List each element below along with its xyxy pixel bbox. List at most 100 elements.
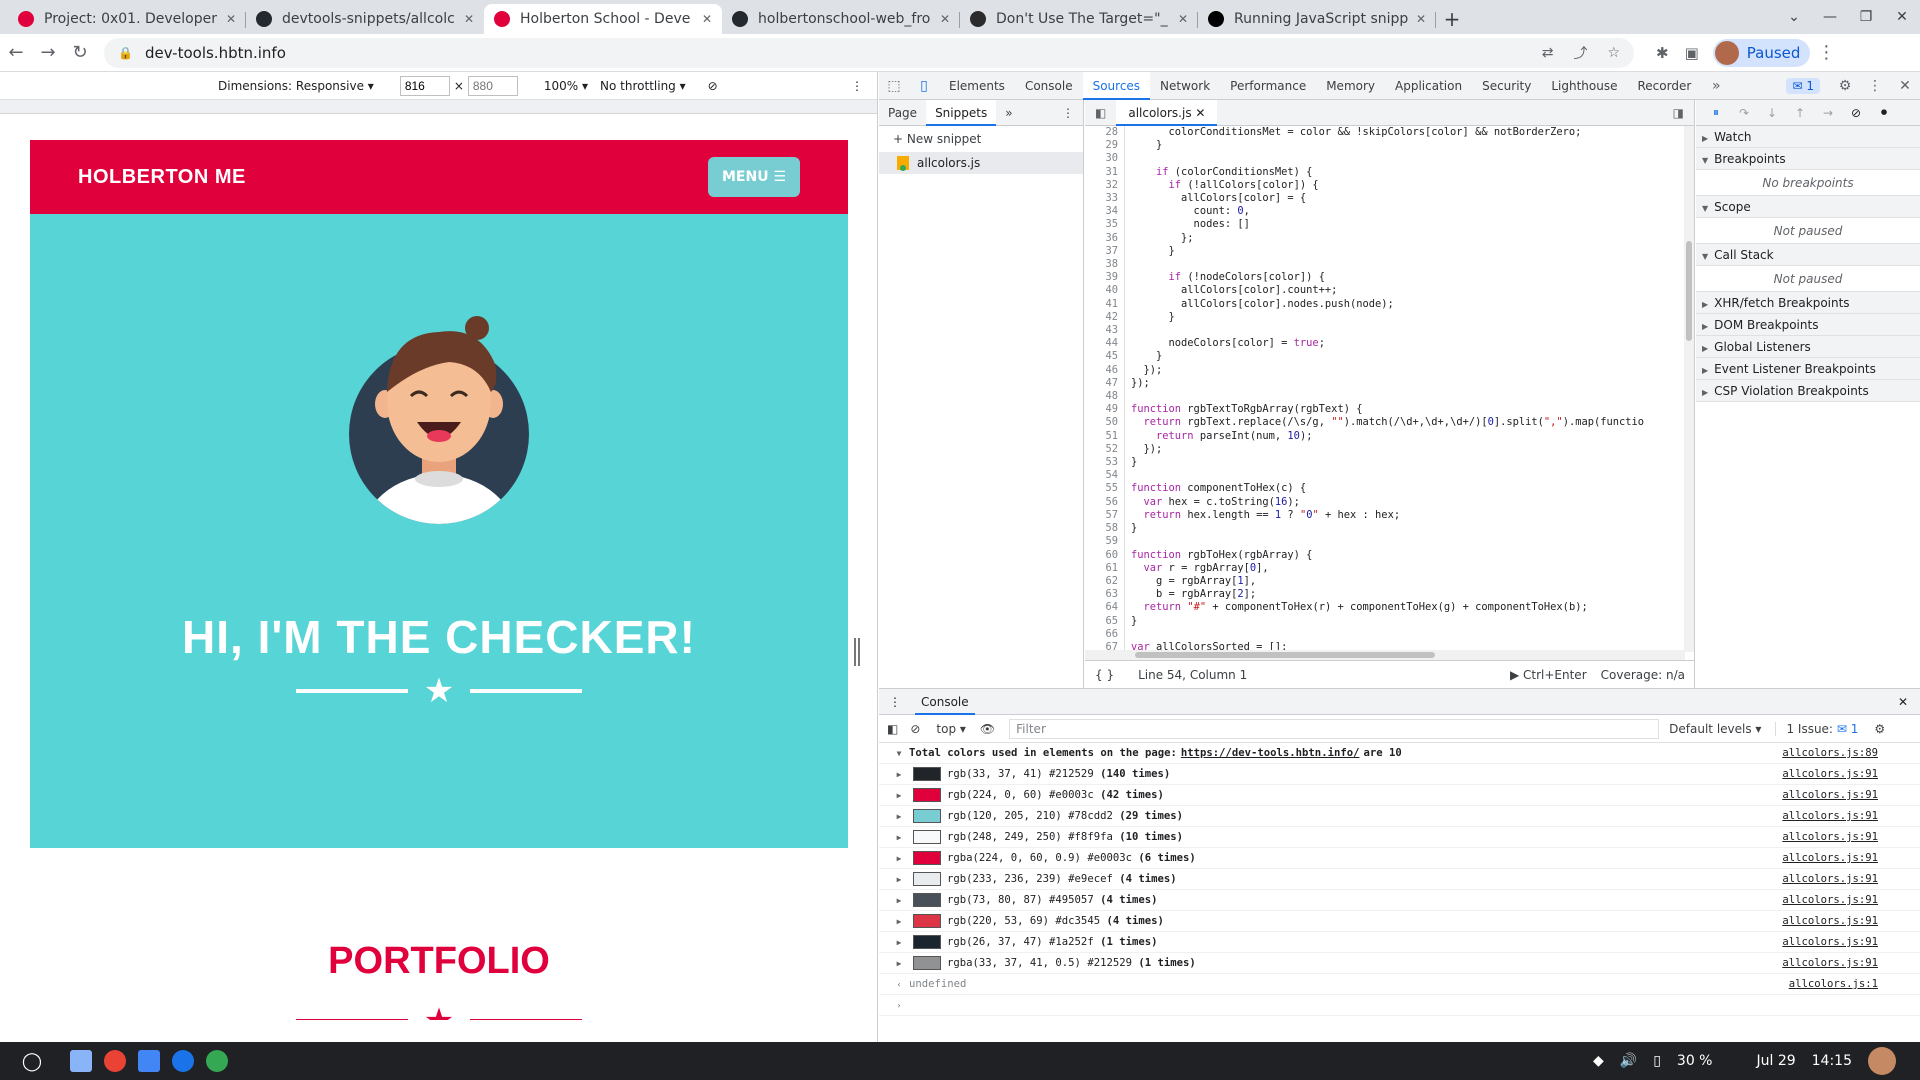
pause-icon[interactable]: ⏸ xyxy=(1702,105,1730,120)
console-settings-gear-icon[interactable]: ⚙ xyxy=(1874,722,1885,736)
media-query-ruler[interactable] xyxy=(0,100,877,114)
close-tab-icon[interactable]: ✕ xyxy=(1416,12,1426,26)
log-source-link[interactable]: allcolors.js:91 xyxy=(1782,789,1878,801)
browser-tab[interactable]: holbertonschool-web_fro ✕ xyxy=(722,4,960,34)
more-options-icon[interactable]: ⋮ xyxy=(1053,100,1083,126)
line-number[interactable]: 32 xyxy=(1085,178,1125,193)
debugger-section-header[interactable]: Scope xyxy=(1696,196,1920,218)
code-line[interactable]: 63 b = rgbArray[2]; xyxy=(1085,588,1695,602)
width-input[interactable] xyxy=(399,75,450,96)
line-number[interactable]: 62 xyxy=(1085,574,1125,589)
step-into-icon[interactable]: ↓ xyxy=(1758,106,1786,120)
expand-arrow-icon[interactable]: ▶ xyxy=(889,833,909,842)
browser-tab[interactable]: Holberton School - Deve ✕ xyxy=(484,4,722,34)
line-number[interactable]: 58 xyxy=(1085,522,1125,536)
devtools-tab-network[interactable]: Network xyxy=(1150,72,1220,100)
zoom-select[interactable]: 100% xyxy=(544,79,578,93)
code-line[interactable]: 35 nodes: [] xyxy=(1085,218,1695,232)
line-number[interactable]: 33 xyxy=(1085,192,1125,206)
dimensions-select[interactable]: Dimensions: Responsive xyxy=(218,79,364,93)
line-number[interactable]: 29 xyxy=(1085,139,1125,153)
code-line[interactable]: 61 var r = rgbArray[0], xyxy=(1085,561,1695,575)
line-number[interactable]: 49 xyxy=(1085,403,1125,417)
tab-search-icon[interactable]: ⌄ xyxy=(1776,9,1812,25)
console-color-row[interactable]: ▶ rgb(220, 53, 69) #dc3545 (4 times) allco… xyxy=(879,911,1920,932)
close-tab-icon[interactable]: ✕ xyxy=(702,12,712,26)
more-options-icon[interactable]: ⋮ xyxy=(889,695,901,709)
more-tabs-icon[interactable]: » xyxy=(1701,78,1731,94)
side-panel-icon[interactable]: ▣ xyxy=(1685,44,1699,62)
devtools-tab-elements[interactable]: Elements xyxy=(939,72,1015,100)
line-number[interactable]: 53 xyxy=(1085,456,1125,470)
debugger-section-header[interactable]: Global Listeners xyxy=(1696,336,1920,358)
device-toggle-icon[interactable]: ▯ xyxy=(909,78,939,94)
log-source-link[interactable]: allcolors.js:91 xyxy=(1782,894,1878,906)
console-color-row[interactable]: ▶ rgb(33, 37, 41) #212529 (140 times) allc… xyxy=(879,764,1920,785)
console-color-row[interactable]: ▶ rgb(73, 80, 87) #495057 (4 times) allcol… xyxy=(879,890,1920,911)
console-prompt[interactable]: › xyxy=(879,995,1920,1016)
bookmark-star-icon[interactable]: ☆ xyxy=(1607,45,1620,61)
log-levels-select[interactable]: Default levels xyxy=(1669,722,1751,736)
console-color-row[interactable]: ▶ rgb(120, 205, 210) #78cdd2 (29 times) al… xyxy=(879,806,1920,827)
pause-on-exceptions-icon[interactable]: ⏺ xyxy=(1870,105,1898,120)
toggle-debugger-icon[interactable]: ◨ xyxy=(1663,106,1694,120)
browser-tab[interactable]: Don't Use The Target="_ ✕ xyxy=(960,4,1198,34)
menu-button[interactable]: MENU ☰ xyxy=(707,157,800,197)
code-line[interactable]: 51 return parseInt(num, 10); xyxy=(1085,429,1695,443)
close-tab-icon[interactable]: ✕ xyxy=(940,12,950,26)
debugger-section-header[interactable]: Watch xyxy=(1696,126,1920,148)
profile-button[interactable]: Paused xyxy=(1712,38,1811,67)
line-number[interactable]: 30 xyxy=(1085,152,1125,166)
code-line[interactable]: 62 g = rgbArray[1], xyxy=(1085,574,1695,589)
code-line[interactable]: 37 } xyxy=(1085,244,1695,259)
resize-handle[interactable] xyxy=(854,638,860,666)
log-source-link[interactable]: allcolors.js:91 xyxy=(1782,852,1878,864)
lock-icon[interactable]: 🔒 xyxy=(118,46,133,60)
settings-gear-icon[interactable]: ⚙ xyxy=(1830,78,1860,94)
devtools-tab-console[interactable]: Console xyxy=(1015,72,1083,100)
line-number[interactable]: 37 xyxy=(1085,244,1125,259)
line-number[interactable]: 46 xyxy=(1085,363,1125,377)
line-number[interactable]: 59 xyxy=(1085,535,1125,549)
debugger-section-header[interactable]: Event Listener Breakpoints xyxy=(1696,358,1920,380)
log-source-link[interactable]: allcolors.js:91 xyxy=(1782,936,1878,948)
chromium-app-icon[interactable] xyxy=(168,1046,198,1076)
devtools-tab-security[interactable]: Security xyxy=(1472,72,1541,100)
console-filter-input[interactable]: Filter xyxy=(1009,718,1660,739)
close-tab-icon[interactable]: ✕ xyxy=(1195,106,1205,120)
log-source-link[interactable]: allcolors.js:91 xyxy=(1782,768,1878,780)
new-tab-button[interactable]: + xyxy=(1436,4,1468,34)
code-line[interactable]: 53} xyxy=(1085,456,1695,470)
line-number[interactable]: 40 xyxy=(1085,284,1125,298)
code-line[interactable]: 45 } xyxy=(1085,350,1695,364)
pretty-print-icon[interactable]: { } xyxy=(1095,668,1114,682)
code-line[interactable]: 66 xyxy=(1085,627,1695,641)
line-number[interactable]: 54 xyxy=(1085,469,1125,483)
issues-button[interactable]: 1 Issue: ✉ 1 xyxy=(1775,721,1858,736)
code-line[interactable]: 34 count: 0, xyxy=(1085,205,1695,219)
console-color-row[interactable]: ▶ rgba(224, 0, 60, 0.9) #e0003c (6 times)… xyxy=(879,848,1920,869)
height-input[interactable] xyxy=(467,75,518,96)
line-number[interactable]: 48 xyxy=(1085,390,1125,404)
log-source-link[interactable]: allcolors.js:91 xyxy=(1782,873,1878,885)
log-source-link[interactable]: allcolors.js:89 xyxy=(1782,747,1878,759)
docs-app-icon[interactable] xyxy=(134,1046,164,1076)
browser-tab[interactable]: devtools-snippets/allcolc ✕ xyxy=(246,4,484,34)
rotate-icon[interactable]: ⊘ xyxy=(708,79,718,93)
line-number[interactable]: 35 xyxy=(1085,218,1125,232)
restore-icon[interactable]: ❐ xyxy=(1848,9,1884,25)
code-line[interactable]: 56 var hex = c.toString(16); xyxy=(1085,495,1695,509)
line-number[interactable]: 61 xyxy=(1085,561,1125,575)
expand-arrow-icon[interactable]: ▶ xyxy=(889,917,909,926)
code-line[interactable]: 39 if (!nodeColors[color]) { xyxy=(1085,271,1695,285)
line-number[interactable]: 65 xyxy=(1085,614,1125,628)
log-source-link[interactable]: allcolors.js:91 xyxy=(1782,915,1878,927)
console-color-row[interactable]: ▶ rgb(233, 236, 239) #e9ecef (4 times) all… xyxy=(879,869,1920,890)
line-number[interactable]: 56 xyxy=(1085,495,1125,509)
code-line[interactable]: 65} xyxy=(1085,614,1695,628)
code-line[interactable]: 43 xyxy=(1085,324,1695,338)
more-tabs-icon[interactable]: » xyxy=(996,100,1021,126)
close-tab-icon[interactable]: ✕ xyxy=(464,12,474,26)
step-over-icon[interactable]: ↷ xyxy=(1730,106,1758,120)
line-number[interactable]: 42 xyxy=(1085,310,1125,325)
